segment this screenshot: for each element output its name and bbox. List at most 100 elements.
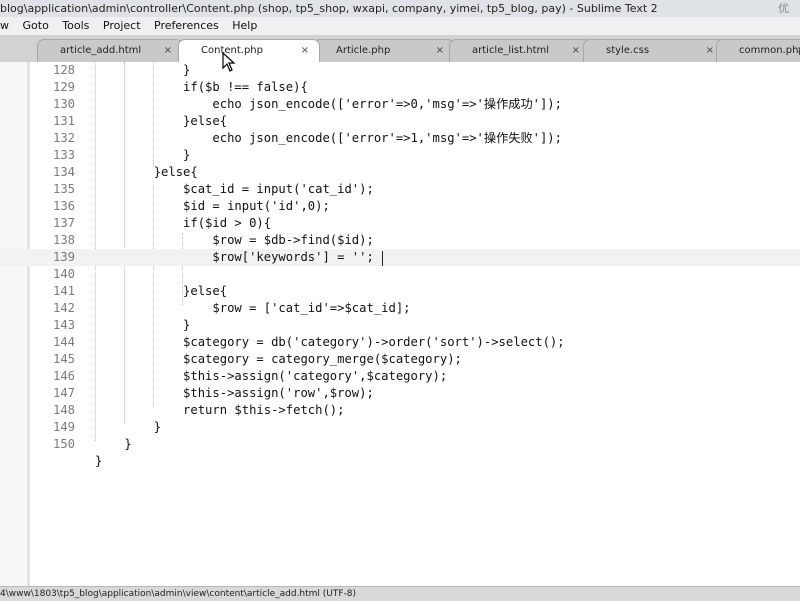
line-code[interactable]: }else{	[95, 283, 227, 300]
line-number: 146	[52, 369, 75, 383]
line-number: 136	[52, 199, 75, 213]
code-line[interactable]: 142 $row = ['cat_id'=>$cat_id];	[0, 300, 800, 317]
line-number: 140	[52, 267, 75, 281]
menu-tools[interactable]: Tools	[57, 17, 94, 35]
line-number: 144	[52, 335, 75, 349]
tab-label: common.php	[739, 45, 800, 56]
line-code[interactable]: $row['keywords'] = '';	[95, 249, 373, 266]
line-code[interactable]: }	[95, 62, 190, 79]
line-number: 147	[52, 386, 75, 400]
code-line[interactable]: 145 $category = category_merge($category…	[0, 351, 800, 368]
line-code[interactable]: }else{	[95, 164, 198, 181]
tab-article-add[interactable]: article_add.html ×	[37, 39, 183, 62]
code-line[interactable]: 146 $this->assign('category',$category);	[0, 368, 800, 385]
code-line[interactable]: 150 }	[0, 436, 800, 453]
close-icon[interactable]: ×	[436, 40, 444, 62]
code-line[interactable]: 138 $row = $db->find($id);	[0, 232, 800, 249]
line-number: 134	[52, 165, 75, 179]
line-number: 130	[52, 97, 75, 111]
line-code[interactable]: if($id > 0){	[95, 215, 271, 232]
line-number: 135	[52, 182, 75, 196]
close-icon[interactable]: ×	[164, 40, 172, 62]
line-number: 131	[52, 114, 75, 128]
line-number: 137	[52, 216, 75, 230]
tab-bar: article_add.html × Content.php × Article…	[0, 35, 800, 62]
code-line[interactable]: 148 return $this->fetch();	[0, 402, 800, 419]
code-line[interactable]: 141 }else{	[0, 283, 800, 300]
line-code[interactable]: $category = category_merge($category);	[95, 351, 462, 368]
code-line[interactable]: 137 if($id > 0){	[0, 215, 800, 232]
line-number: 142	[52, 301, 75, 315]
code-line[interactable]: 140	[0, 266, 800, 283]
code-line[interactable]: 131 }else{	[0, 113, 800, 130]
code-line[interactable]: 143 }	[0, 317, 800, 334]
code-line[interactable]: 136 $id = input('id',0);	[0, 198, 800, 215]
menu-project[interactable]: Project	[98, 17, 146, 35]
tab-style-css[interactable]: style.css ×	[583, 39, 725, 62]
code-line[interactable]: 130 echo json_encode(['error'=>0,'msg'=>…	[0, 96, 800, 113]
line-number: 141	[52, 284, 75, 298]
line-code[interactable]: }	[95, 419, 161, 436]
tab-label: style.css	[606, 45, 650, 56]
code-line[interactable]: }	[0, 453, 800, 470]
line-number: 143	[52, 318, 75, 332]
tab-label: article_list.html	[472, 45, 550, 56]
code-line[interactable]: 147 $this->assign('row',$row);	[0, 385, 800, 402]
close-icon[interactable]: ×	[301, 40, 309, 62]
line-code[interactable]: }	[95, 436, 131, 453]
line-code[interactable]: if($b !== false){	[95, 79, 308, 96]
line-code[interactable]: $row = ['cat_id'=>$cat_id];	[95, 300, 410, 317]
code-line[interactable]: 129 if($b !== false){	[0, 79, 800, 96]
line-code[interactable]: }	[95, 147, 190, 164]
code-line[interactable]: 139 $row['keywords'] = '';	[0, 249, 800, 266]
status-bar: 4\www\1803\tp5_blog\application\admin\vi…	[0, 586, 800, 601]
code-line[interactable]: 132 echo json_encode(['error'=>1,'msg'=>…	[0, 130, 800, 147]
code-line[interactable]: 135 $cat_id = input('cat_id');	[0, 181, 800, 198]
tab-common-php[interactable]: common.php ×	[716, 39, 800, 62]
tab-label: Article.php	[336, 45, 391, 56]
code-line[interactable]: 133 }	[0, 147, 800, 164]
line-number: 148	[52, 403, 75, 417]
line-number: 129	[52, 80, 75, 94]
menu-view[interactable]: w	[0, 17, 14, 35]
text-caret	[382, 251, 383, 266]
line-code[interactable]: $row = $db->find($id);	[95, 232, 373, 249]
code-line[interactable]: 149 }	[0, 419, 800, 436]
line-number: 150	[52, 437, 75, 451]
menu-bar: w Goto Tools Project Preferences Help	[0, 17, 800, 35]
mouse-pointer-icon	[222, 52, 236, 72]
tab-article-list[interactable]: article_list.html ×	[449, 39, 591, 62]
line-number: 149	[52, 420, 75, 434]
line-code[interactable]: }else{	[95, 113, 227, 130]
window-title-bar: blog\application\admin\controller\Conten…	[0, 0, 800, 18]
line-number: 138	[52, 233, 75, 247]
line-code[interactable]: $this->assign('category',$category);	[95, 368, 447, 385]
line-code[interactable]: }	[95, 317, 190, 334]
tab-article-php[interactable]: Article.php ×	[313, 39, 455, 62]
line-code[interactable]: $id = input('id',0);	[95, 198, 330, 215]
close-icon[interactable]: ×	[797, 40, 800, 62]
watermark-logo: 优	[778, 2, 789, 15]
line-code[interactable]: $category = db('category')->order('sort'…	[95, 334, 565, 351]
line-number: 132	[52, 131, 75, 145]
tab-content-php[interactable]: Content.php ×	[178, 39, 320, 62]
line-code[interactable]: echo json_encode(['error'=>0,'msg'=>'操作成…	[95, 96, 562, 113]
close-icon[interactable]: ×	[572, 40, 580, 62]
line-code[interactable]: return $this->fetch();	[95, 402, 344, 419]
line-number: 145	[52, 352, 75, 366]
code-line[interactable]: 144 $category = db('category')->order('s…	[0, 334, 800, 351]
close-icon[interactable]: ×	[706, 40, 714, 62]
line-code[interactable]: }	[95, 453, 102, 470]
menu-preferences[interactable]: Preferences	[149, 17, 224, 35]
line-number: 133	[52, 148, 75, 162]
code-line[interactable]: 128 }	[0, 62, 800, 79]
status-text: 4\www\1803\tp5_blog\application\admin\vi…	[0, 589, 357, 599]
line-code[interactable]: $this->assign('row',$row);	[95, 385, 374, 402]
line-number: 139	[52, 250, 75, 264]
menu-help[interactable]: Help	[227, 17, 262, 35]
code-line[interactable]: 134 }else{	[0, 164, 800, 181]
line-code[interactable]: $cat_id = input('cat_id');	[95, 181, 374, 198]
line-code[interactable]: echo json_encode(['error'=>1,'msg'=>'操作失…	[95, 130, 562, 147]
menu-goto[interactable]: Goto	[18, 17, 54, 35]
tab-label: article_add.html	[60, 45, 142, 56]
